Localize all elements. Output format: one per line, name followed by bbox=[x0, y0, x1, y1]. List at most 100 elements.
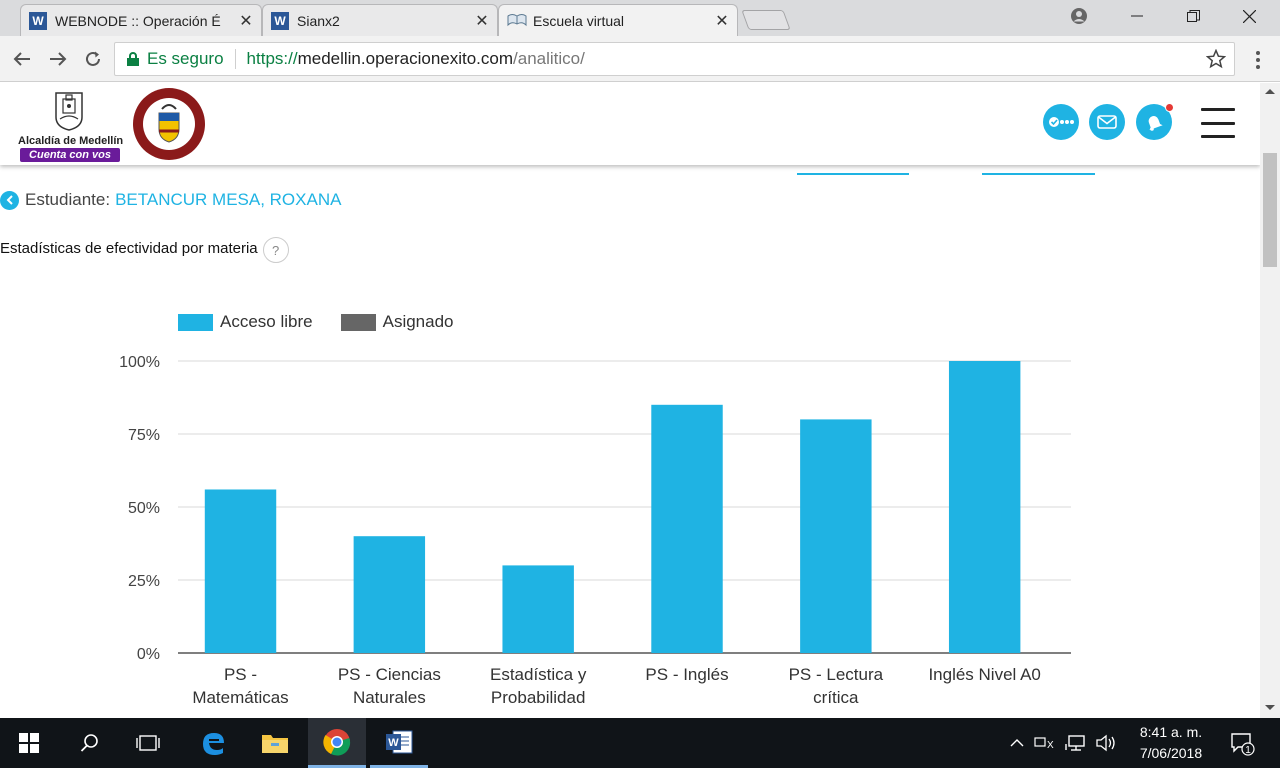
close-tab-icon[interactable]: ✕ bbox=[715, 11, 729, 31]
logo-text-cuenta-con-vos: Cuenta con vos bbox=[20, 148, 120, 162]
windows-taskbar: W X 8:41 a. m. 7/06/2018 1 bbox=[0, 718, 1280, 768]
security-label[interactable]: Es seguro bbox=[147, 49, 224, 69]
help-icon[interactable]: ? bbox=[262, 237, 289, 263]
hamburger-menu-icon[interactable] bbox=[1201, 108, 1235, 138]
address-bar[interactable]: Es seguro https://medellin.operacionexit… bbox=[114, 42, 1235, 76]
tab-escuela-virtual[interactable]: Escuela virtual ✕ bbox=[498, 4, 738, 37]
word-icon: W bbox=[29, 11, 47, 30]
alcaldia-logo[interactable]: Alcaldía de Medellín Cuenta con vos bbox=[18, 89, 124, 162]
bookmark-star-icon[interactable] bbox=[1205, 48, 1227, 74]
tab-title: Escuela virtual bbox=[533, 13, 625, 29]
page-scrollbar[interactable] bbox=[1260, 83, 1280, 718]
y-tick-label: 25% bbox=[128, 573, 160, 590]
url-host: https://medellin.operacionexito.com bbox=[247, 49, 513, 69]
colombia-seal-icon bbox=[133, 88, 205, 160]
legend-label: Acceso libre bbox=[220, 312, 313, 331]
file-explorer-icon[interactable] bbox=[246, 718, 304, 768]
close-tab-icon[interactable]: ✕ bbox=[239, 11, 253, 31]
x-tick-label: PS - Lectura bbox=[789, 665, 884, 684]
chart-bar[interactable] bbox=[502, 565, 574, 653]
notification-count: 1 bbox=[1245, 745, 1251, 756]
logo-text-alcaldia: Alcaldía de Medellín bbox=[18, 135, 124, 147]
student-heading: Estudiante: BETANCUR MESA, ROXANA bbox=[0, 189, 341, 211]
chart-bar[interactable] bbox=[800, 419, 872, 653]
back-arrow-icon[interactable] bbox=[9, 46, 35, 72]
legend-item-acceso-libre[interactable]: Acceso libre bbox=[178, 312, 313, 332]
forward-arrow-icon[interactable] bbox=[45, 46, 71, 72]
input-method-icon[interactable]: X bbox=[1032, 718, 1060, 768]
svg-text:W: W bbox=[388, 737, 399, 749]
y-tick-label: 50% bbox=[128, 500, 160, 517]
tab-title: Sianx2 bbox=[297, 12, 340, 29]
system-clock[interactable]: 8:41 a. m. 7/06/2018 bbox=[1126, 722, 1216, 764]
browser-tab-bar: W WEBNODE :: Operación É ✕ W Sianx2 ✕ Es… bbox=[0, 0, 1280, 37]
page-content: Alcaldía de Medellín Cuenta con vos Estu… bbox=[0, 83, 1260, 718]
chrome-browser-icon[interactable] bbox=[308, 718, 366, 768]
notifications-bell-icon[interactable] bbox=[1136, 103, 1174, 140]
word-app-icon[interactable]: W bbox=[370, 718, 428, 768]
svg-text:X: X bbox=[1047, 740, 1054, 751]
student-name[interactable]: BETANCUR MESA, ROXANA bbox=[115, 190, 341, 210]
x-tick-label: crítica bbox=[813, 688, 859, 707]
tab-sianx2[interactable]: W Sianx2 ✕ bbox=[262, 4, 498, 36]
chart-bar[interactable] bbox=[948, 361, 1021, 653]
browser-toolbar: Es seguro https://medellin.operacionexit… bbox=[0, 36, 1280, 82]
mail-icon[interactable] bbox=[1089, 104, 1125, 140]
search-icon[interactable] bbox=[61, 718, 119, 768]
windows-start-icon[interactable] bbox=[0, 718, 58, 768]
progress-check-icon[interactable] bbox=[1043, 104, 1079, 140]
reload-icon[interactable] bbox=[80, 46, 106, 72]
legend-label: Asignado bbox=[382, 312, 454, 331]
chart-legend: Acceso libre Asignado bbox=[178, 312, 482, 332]
x-tick-label: PS - bbox=[224, 665, 257, 684]
url-scheme: https:// bbox=[246, 49, 298, 68]
volume-icon[interactable] bbox=[1092, 718, 1120, 768]
close-tab-icon[interactable]: ✕ bbox=[475, 11, 489, 31]
action-center-icon[interactable]: 1 bbox=[1222, 718, 1262, 768]
scroll-up-icon[interactable] bbox=[1265, 89, 1275, 94]
chart-bar[interactable] bbox=[353, 536, 426, 653]
x-tick-label: Inglés Nivel A0 bbox=[928, 665, 1040, 684]
medellin-crest-icon bbox=[55, 92, 83, 131]
student-label: Estudiante: bbox=[25, 190, 111, 209]
clock-date: 7/06/2018 bbox=[1139, 745, 1203, 761]
browser-menu-icon[interactable] bbox=[1248, 48, 1268, 72]
scroll-down-icon[interactable] bbox=[1265, 705, 1275, 710]
user-profile-icon[interactable] bbox=[1056, 0, 1102, 32]
chart-bar[interactable] bbox=[204, 489, 277, 653]
legend-swatch bbox=[178, 313, 213, 331]
notification-dot bbox=[1165, 103, 1174, 112]
colombia-seal-logo[interactable] bbox=[132, 87, 206, 161]
url-path: /analitico/ bbox=[513, 49, 585, 68]
chart-bar[interactable] bbox=[651, 404, 723, 653]
task-view-icon[interactable] bbox=[119, 718, 177, 768]
back-circle-icon[interactable] bbox=[0, 190, 19, 210]
x-tick-label: Matemáticas bbox=[192, 688, 288, 707]
lock-icon bbox=[127, 52, 139, 66]
y-tick-label: 100% bbox=[119, 354, 160, 371]
edge-browser-icon[interactable] bbox=[184, 718, 242, 768]
close-window-icon[interactable] bbox=[1226, 0, 1272, 32]
new-tab-button[interactable] bbox=[741, 10, 791, 30]
x-tick-label: Probabilidad bbox=[491, 688, 586, 707]
x-tick-label: PS - Inglés bbox=[645, 665, 728, 684]
network-icon[interactable] bbox=[1062, 718, 1090, 768]
clock-time: 8:41 a. m. bbox=[1139, 724, 1203, 740]
url-domain: medellin.operacionexito.com bbox=[297, 49, 514, 68]
tab-webnode[interactable]: W WEBNODE :: Operación É ✕ bbox=[20, 4, 262, 36]
minimize-icon[interactable] bbox=[1114, 0, 1160, 32]
restore-icon[interactable] bbox=[1170, 0, 1216, 32]
show-hidden-icons-chevron-icon[interactable] bbox=[1004, 718, 1030, 768]
y-tick-label: 0% bbox=[137, 646, 160, 663]
site-header: Alcaldía de Medellín Cuenta con vos bbox=[0, 83, 1260, 165]
x-tick-label: Estadística y bbox=[490, 665, 587, 684]
stats-title-text: Estadísticas de efectividad por materia bbox=[0, 239, 258, 257]
scrollbar-thumb[interactable] bbox=[1263, 153, 1277, 267]
word-icon: W bbox=[271, 11, 289, 30]
divider bbox=[234, 49, 236, 69]
book-icon bbox=[507, 12, 527, 30]
legend-swatch bbox=[340, 313, 376, 331]
effectiveness-bar-chart: 0% 25% 50% 75% 100% PS - Matemáticas PS - Cienc… bbox=[119, 354, 1071, 707]
y-tick-label: 75% bbox=[128, 427, 160, 444]
legend-item-asignado[interactable]: Asignado bbox=[340, 312, 454, 332]
